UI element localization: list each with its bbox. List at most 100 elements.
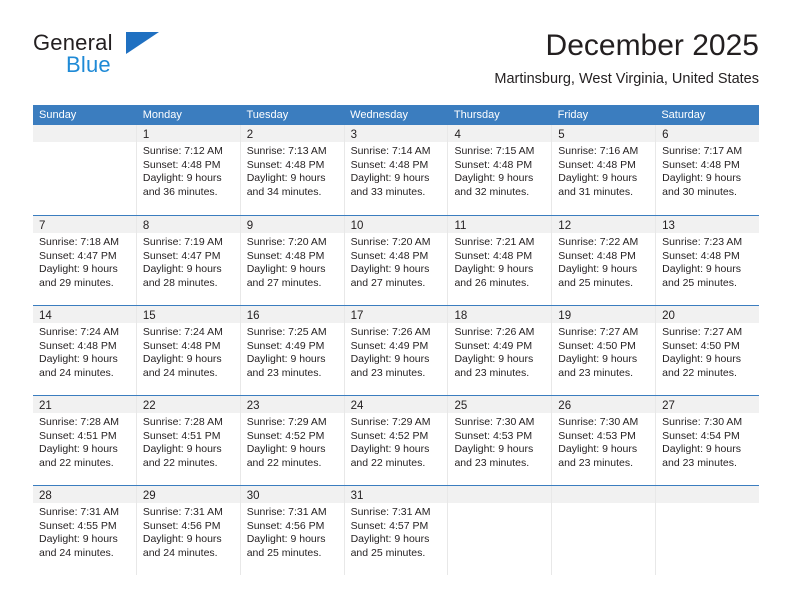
daylight-text-line2: and 22 minutes. [142,456,218,469]
sunset-text: Sunset: 4:48 PM [350,158,429,171]
day-number: 12 [558,220,572,232]
day-number-band: 17 [344,306,448,323]
calendar-day-cell[interactable]: 27 Sunrise: 7:30 AM Sunset: 4:54 PM Dayligh… [656,396,760,485]
calendar-day-cell[interactable]: 10 Sunrise: 7:20 AM Sunset: 4:48 PM Dayligh… [344,216,449,305]
calendar-day-cell[interactable]: 1 Sunrise: 7:12 AM Sunset: 4:48 PM Daylight… [136,125,241,215]
sunrise-text: Sunrise: 7:27 AM [662,326,743,338]
day-number-band: 4 [448,125,552,142]
day-number-band: 24 [344,396,448,413]
location-subtitle: Martinsburg, West Virginia, United State… [494,71,759,87]
day-details: Sunrise: 7:12 AM Sunset: 4:48 PM Daylight:… [137,142,240,199]
day-number: 28 [39,490,52,502]
sunrise-text: Sunrise: 7:20 AM [350,236,431,248]
calendar-day-cell[interactable]: 26 Sunrise: 7:30 AM Sunset: 4:53 PM Dayligh… [552,396,657,485]
day-details: Sunrise: 7:17 AM Sunset: 4:48 PM Daylight:… [656,142,759,199]
day-details: Sunrise: 7:31 AM Sunset: 4:55 PM Daylight:… [33,503,136,560]
calendar-day-cell[interactable]: 22 Sunrise: 7:28 AM Sunset: 4:51 PM Dayligh… [136,396,241,485]
sunrise-text: Sunrise: 7:21 AM [454,236,535,248]
day-number-band: 18 [448,306,552,323]
calendar-day-cell[interactable]: 6 Sunrise: 7:17 AM Sunset: 4:48 PM Daylight… [656,125,760,215]
day-number: 17 [350,310,364,322]
calendar-day-cell[interactable]: 21 Sunrise: 7:28 AM Sunset: 4:51 PM Dayligh… [33,396,137,485]
calendar-day-cell[interactable]: 24 Sunrise: 7:29 AM Sunset: 4:52 PM Dayligh… [344,396,449,485]
day-number: 14 [39,310,52,322]
calendar-day-cell[interactable]: 20 Sunrise: 7:27 AM Sunset: 4:50 PM Dayligh… [656,306,760,395]
day-number: 10 [350,220,364,232]
calendar-day-cell[interactable]: 3 Sunrise: 7:14 AM Sunset: 4:48 PM Daylight… [344,125,449,215]
daylight-text-line1: Daylight: 9 hours [39,443,118,456]
daylight-text-line2: and 31 minutes. [558,185,634,198]
daylight-text-line1: Daylight: 9 hours [662,172,741,185]
day-number-band [33,125,136,142]
day-details: Sunrise: 7:31 AM Sunset: 4:56 PM Daylight:… [241,503,344,560]
calendar-day-cell[interactable]: 16 Sunrise: 7:25 AM Sunset: 4:49 PM Dayligh… [240,306,345,395]
calendar-day-cell[interactable]: 12 Sunrise: 7:22 AM Sunset: 4:48 PM Dayligh… [552,216,657,305]
daylight-text-line1: Daylight: 9 hours [350,443,430,456]
daylight-text-line1: Daylight: 9 hours [454,263,534,276]
calendar-day-cell[interactable]: 11 Sunrise: 7:21 AM Sunset: 4:48 PM Dayligh… [448,216,553,305]
calendar-day-cell[interactable]: 30 Sunrise: 7:31 AM Sunset: 4:56 PM Dayligh… [240,486,345,575]
daylight-text-line1: Daylight: 9 hours [246,443,326,456]
calendar-week-row: 1 Sunrise: 7:12 AM Sunset: 4:48 PM Daylight… [33,125,760,215]
day-details: Sunrise: 7:24 AM Sunset: 4:48 PM Daylight:… [33,323,136,380]
calendar-day-cell-empty [448,486,553,575]
sunset-text: Sunset: 4:48 PM [558,249,636,262]
calendar-day-cell[interactable]: 2 Sunrise: 7:13 AM Sunset: 4:48 PM Daylight… [240,125,345,215]
day-number: 27 [662,400,675,412]
calendar-day-cell[interactable]: 9 Sunrise: 7:20 AM Sunset: 4:48 PM Daylight… [240,216,345,305]
calendar-day-cell[interactable]: 7 Sunrise: 7:18 AM Sunset: 4:47 PM Daylight… [33,216,137,305]
daylight-text-line1: Daylight: 9 hours [350,533,430,546]
day-details: Sunrise: 7:18 AM Sunset: 4:47 PM Daylight:… [33,233,136,290]
day-number: 16 [246,310,260,322]
sunset-text: Sunset: 4:48 PM [142,158,221,171]
weekday-header-friday: Friday [557,109,589,121]
day-number-band: 30 [240,486,344,503]
sunset-text: Sunset: 4:49 PM [454,339,533,352]
daylight-text-line2: and 27 minutes. [246,276,322,289]
calendar-day-cell[interactable]: 4 Sunrise: 7:15 AM Sunset: 4:48 PM Daylight… [448,125,553,215]
day-number: 19 [558,310,572,322]
sunrise-text: Sunrise: 7:18 AM [39,236,119,248]
day-number-band: 23 [240,396,344,413]
calendar-day-cell[interactable]: 19 Sunrise: 7:27 AM Sunset: 4:50 PM Dayligh… [552,306,657,395]
sunset-text: Sunset: 4:50 PM [558,339,636,352]
sunset-text: Sunset: 4:48 PM [142,339,221,352]
sunrise-text: Sunrise: 7:30 AM [662,416,743,428]
day-number: 6 [662,129,669,141]
weekday-header-thursday: Thursday [453,109,500,121]
calendar-day-cell[interactable]: 13 Sunrise: 7:23 AM Sunset: 4:48 PM Dayligh… [656,216,760,305]
daylight-text-line1: Daylight: 9 hours [454,172,534,185]
daylight-text-line2: and 25 minutes. [246,546,322,559]
calendar-day-cell[interactable]: 14 Sunrise: 7:24 AM Sunset: 4:48 PM Dayligh… [33,306,137,395]
calendar-day-cell[interactable]: 15 Sunrise: 7:24 AM Sunset: 4:48 PM Dayligh… [136,306,241,395]
page-title: December 2025 [545,29,759,62]
calendar-day-cell[interactable]: 23 Sunrise: 7:29 AM Sunset: 4:52 PM Dayligh… [240,396,345,485]
general-blue-logo: General Blue [33,30,233,92]
calendar-day-cell[interactable]: 25 Sunrise: 7:30 AM Sunset: 4:53 PM Dayligh… [448,396,553,485]
calendar-day-cell[interactable]: 31 Sunrise: 7:31 AM Sunset: 4:57 PM Dayligh… [344,486,449,575]
day-number: 31 [350,490,364,502]
sunset-text: Sunset: 4:52 PM [246,429,325,442]
calendar-day-cell[interactable]: 8 Sunrise: 7:19 AM Sunset: 4:47 PM Daylight… [136,216,241,305]
day-details: Sunrise: 7:26 AM Sunset: 4:49 PM Daylight:… [448,323,551,380]
day-details: Sunrise: 7:25 AM Sunset: 4:49 PM Daylight:… [241,323,344,380]
day-number: 7 [39,220,46,232]
daylight-text-line2: and 23 minutes. [558,366,634,379]
day-number: 22 [142,400,156,412]
day-number-band: 19 [552,306,656,323]
day-number: 29 [142,490,156,502]
day-number-band: 9 [240,216,344,233]
calendar-week-row: 14 Sunrise: 7:24 AM Sunset: 4:48 PM Dayligh… [33,305,760,395]
daylight-text-line1: Daylight: 9 hours [350,353,430,366]
daylight-text-line1: Daylight: 9 hours [454,353,534,366]
calendar-day-cell[interactable]: 18 Sunrise: 7:26 AM Sunset: 4:49 PM Dayligh… [448,306,553,395]
daylight-text-line2: and 30 minutes. [662,185,737,198]
day-number: 21 [39,400,52,412]
calendar-day-cell[interactable]: 29 Sunrise: 7:31 AM Sunset: 4:56 PM Dayligh… [136,486,241,575]
calendar-day-cell[interactable]: 17 Sunrise: 7:26 AM Sunset: 4:49 PM Dayligh… [344,306,449,395]
calendar-day-cell[interactable]: 28 Sunrise: 7:31 AM Sunset: 4:55 PM Dayligh… [33,486,137,575]
day-details: Sunrise: 7:31 AM Sunset: 4:56 PM Daylight:… [137,503,240,560]
sunrise-text: Sunrise: 7:31 AM [142,506,223,518]
page-header: General Blue December 2025 Martinsburg, … [33,28,759,98]
calendar-day-cell[interactable]: 5 Sunrise: 7:16 AM Sunset: 4:48 PM Daylight… [552,125,657,215]
